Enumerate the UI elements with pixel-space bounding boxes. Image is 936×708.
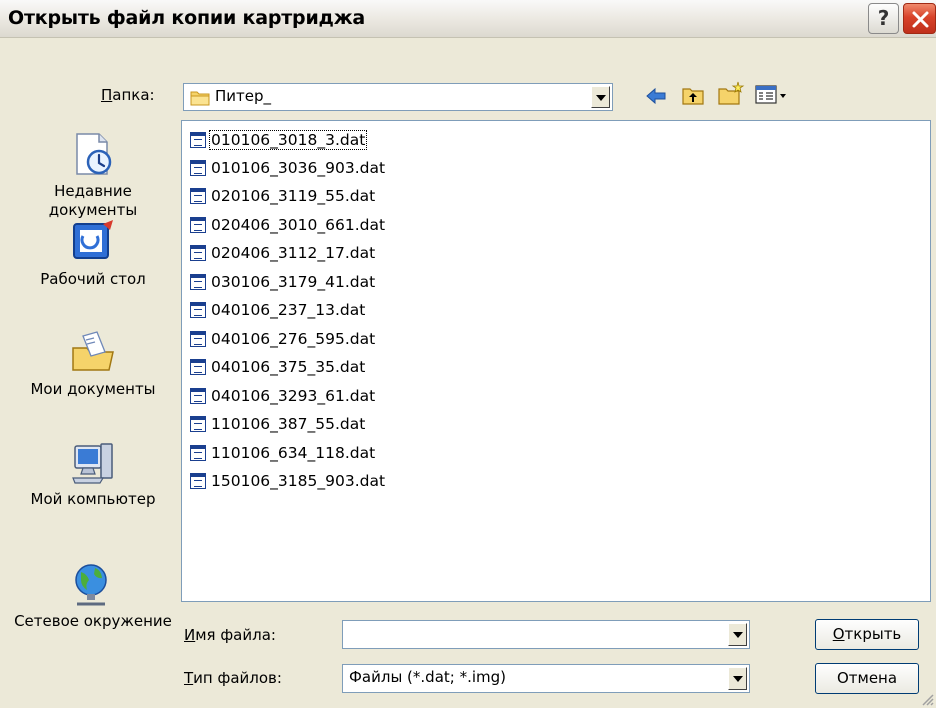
dat-file-icon	[190, 331, 206, 347]
filename-dropdown-arrow[interactable]	[728, 623, 747, 646]
filetype-value: Файлы (*.dat; *.img)	[349, 668, 507, 686]
dat-file-icon	[190, 274, 206, 290]
place-my-computer[interactable]: Мой компьютер	[9, 438, 177, 509]
dat-file-icon	[190, 416, 206, 432]
dat-file-icon	[190, 245, 206, 261]
place-label: Сетевое окружение	[14, 612, 172, 630]
file-name: 020406_3010_661.dat	[211, 216, 386, 234]
folder-dropdown-arrow[interactable]	[591, 86, 610, 108]
file-name: 040106_375_35.dat	[211, 358, 366, 376]
file-name: 010106_3036_903.dat	[211, 159, 386, 177]
dialog-title: Открыть файл копии картриджа	[8, 7, 366, 29]
resize-grip-icon[interactable]	[920, 692, 934, 706]
folder-label: Папка:	[101, 86, 155, 104]
places-bar: Недавние документы Рабочий стол Мои доку…	[9, 118, 177, 678]
open-button[interactable]: Открыть	[815, 619, 919, 650]
file-list[interactable]: 010106_3018_3.dat 010106_3036_903.dat 02…	[181, 120, 931, 602]
open-button-label: ткрыть	[844, 625, 902, 643]
file-name: 020106_3119_55.dat	[211, 187, 376, 205]
place-recent-documents[interactable]: Недавние документы	[9, 130, 177, 220]
file-name: 150106_3185_903.dat	[211, 472, 386, 490]
dat-file-icon	[190, 160, 206, 176]
filename-label: Имя файла:	[184, 626, 276, 644]
dat-file-icon	[190, 445, 206, 461]
open-button-hotkey: О	[832, 625, 845, 643]
open-file-dialog: Открыть файл копии картриджа ? Папка: Пи…	[0, 0, 936, 708]
file-name: 040106_237_13.dat	[211, 301, 366, 319]
desktop-icon	[73, 220, 113, 259]
dat-file-icon	[190, 473, 206, 489]
recent-documents-icon	[76, 133, 112, 175]
file-name: 020406_3112_17.dat	[211, 244, 376, 262]
place-network[interactable]: Сетевое окружение	[9, 560, 177, 631]
folder-select[interactable]: Питер_	[183, 83, 613, 111]
place-label: Недавние документы	[48, 182, 138, 219]
title-bar[interactable]: Открыть файл копии картриджа ?	[0, 0, 936, 38]
folder-icon	[190, 91, 210, 106]
view-menu-icon[interactable]	[755, 85, 789, 105]
dat-file-icon	[190, 188, 206, 204]
place-desktop[interactable]: Рабочий стол	[9, 218, 177, 289]
dat-file-icon	[190, 217, 206, 233]
place-label: Мои документы	[30, 380, 156, 398]
help-button[interactable]: ?	[868, 3, 899, 34]
back-icon[interactable]	[645, 86, 667, 106]
new-folder-icon[interactable]	[717, 81, 745, 106]
filetype-dropdown-arrow[interactable]	[728, 667, 747, 690]
dat-file-icon	[190, 359, 206, 375]
filename-input[interactable]	[342, 620, 750, 649]
help-icon: ?	[877, 6, 890, 30]
filetype-label-rest: ип файлов:	[193, 669, 282, 687]
file-name: 030106_3179_41.dat	[211, 273, 376, 291]
folder-label-hotkey: П	[101, 86, 113, 104]
filetype-label-hotkey: Т	[184, 669, 194, 687]
current-folder-name: Питер_	[215, 87, 272, 105]
up-folder-icon[interactable]	[681, 84, 705, 106]
close-button[interactable]	[903, 3, 936, 34]
place-label: Рабочий стол	[40, 270, 146, 288]
network-places-icon	[75, 564, 107, 606]
cancel-button[interactable]: Отмена	[815, 663, 919, 694]
file-name: 010106_3018_3.dat	[208, 130, 368, 150]
filename-label-rest: мя файла:	[195, 626, 276, 644]
file-name: 040106_276_595.dat	[211, 330, 376, 348]
place-my-documents[interactable]: Мои документы	[9, 328, 177, 399]
file-name: 110106_387_55.dat	[211, 415, 366, 433]
filetype-select[interactable]: Файлы (*.dat; *.img)	[342, 664, 750, 693]
my-documents-icon	[72, 331, 114, 371]
folder-label-rest: апка:	[112, 86, 155, 104]
place-label: Мой компьютер	[30, 490, 156, 508]
my-computer-icon	[72, 443, 113, 484]
file-name: 110106_634_118.dat	[211, 444, 376, 462]
dat-file-icon	[190, 132, 206, 148]
dat-file-icon	[190, 302, 206, 318]
filename-label-hotkey: И	[184, 626, 196, 644]
close-icon	[912, 11, 929, 28]
dat-file-icon	[190, 388, 206, 404]
filetype-label: Тип файлов:	[184, 669, 282, 687]
file-name: 040106_3293_61.dat	[211, 387, 376, 405]
